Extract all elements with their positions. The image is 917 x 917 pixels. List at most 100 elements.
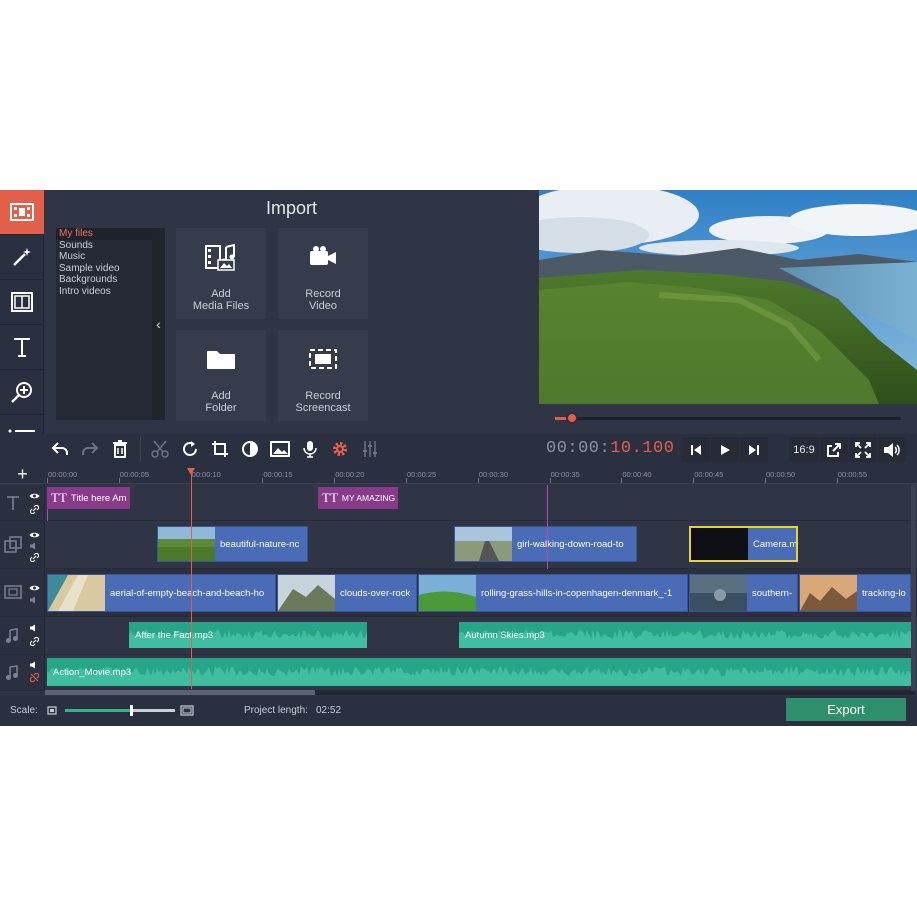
record-screencast-button[interactable]: Record Screencast	[278, 330, 368, 421]
zoom-in-timeline-icon[interactable]	[180, 705, 194, 716]
crop-button[interactable]	[206, 437, 234, 461]
audio-track-2: Action_Movie.mp3	[0, 655, 917, 691]
color-adjust-button[interactable]	[236, 437, 264, 461]
ruler-tick-label: 00:00:05	[119, 470, 149, 479]
titles-tab-button[interactable]	[0, 325, 44, 370]
voiceover-button[interactable]	[296, 437, 324, 461]
video-clip[interactable]: rolling-grass-hills-in-copenhagen-denmar…	[418, 574, 688, 612]
record-screencast-label: Record Screencast	[295, 390, 351, 414]
speaker-small-icon[interactable]	[30, 661, 39, 669]
video-clip-label: clouds-over-rock	[340, 587, 411, 599]
rotate-icon	[183, 441, 197, 456]
add-media-files-button[interactable]: Add Media Files	[176, 228, 266, 319]
link-icon[interactable]	[30, 637, 39, 646]
category-my-files[interactable]: My files	[56, 228, 152, 240]
category-sample-video[interactable]: Sample video	[56, 263, 152, 275]
category-sounds[interactable]: Sounds	[56, 240, 152, 252]
category-backgrounds[interactable]: Backgrounds	[56, 274, 152, 286]
eye-icon[interactable]	[29, 492, 40, 500]
video-editor-window: Import My files Sounds Music Sample vide…	[0, 190, 917, 726]
video-clip[interactable]: southern-	[689, 574, 798, 612]
video-clip[interactable]: clouds-over-rock	[277, 574, 417, 612]
clip-thumbnail	[691, 528, 748, 560]
audio-clip[interactable]: After the Fact.mp3	[129, 622, 367, 648]
video-clip[interactable]: aerial-of-empty-beach-and-beach-ho	[47, 574, 276, 612]
title-clip[interactable]: TT MY AMAZING	[318, 487, 398, 509]
ruler-tick-label: 00:00:15	[263, 470, 293, 479]
audio-clip[interactable]: Autumn Skies.mp3	[459, 622, 911, 648]
unlink-icon[interactable]	[30, 673, 39, 682]
preview-scrubber[interactable]	[539, 404, 917, 434]
undo-button[interactable]	[46, 437, 74, 461]
link-icon[interactable]	[30, 505, 39, 514]
volume-button[interactable]	[878, 437, 906, 462]
scrubber-handle[interactable]	[566, 412, 579, 424]
timeline-scrollbar-thumb[interactable]	[45, 690, 315, 695]
collapse-panel-button[interactable]: ‹	[152, 228, 165, 420]
clip-thumbnail	[48, 575, 105, 611]
aspect-ratio-button[interactable]: 16:9	[789, 437, 819, 462]
record-video-button[interactable]: Record Video	[278, 228, 368, 319]
rotate-button[interactable]	[176, 437, 204, 461]
title-clip-label: MY AMAZING	[341, 493, 396, 503]
transitions-tab-button[interactable]	[0, 280, 44, 325]
playhead-marker[interactable]	[187, 468, 195, 475]
detach-preview-button[interactable]	[820, 437, 848, 462]
magic-wand-icon	[13, 248, 31, 266]
category-intro-videos[interactable]: Intro videos	[56, 286, 152, 298]
aspect-ratio-label: 16:9	[793, 443, 815, 456]
play-button[interactable]	[711, 437, 739, 462]
overlay-clip[interactable]: girl-walking-down-road-to	[454, 526, 637, 562]
audio-clip[interactable]: Action_Movie.mp3	[47, 658, 911, 686]
settings-button[interactable]	[326, 437, 354, 461]
chevron-left-icon: ‹	[156, 316, 161, 332]
ruler-tick-label: 00:00:40	[622, 470, 652, 479]
add-media-files-label: Add Media Files	[192, 288, 250, 312]
scale-label: Scale:	[10, 705, 38, 716]
eye-icon[interactable]	[29, 531, 40, 539]
edit-toolbar	[0, 434, 917, 464]
overlay-clip[interactable]: beautiful-nature-nc	[157, 526, 308, 562]
playhead-line[interactable]	[191, 468, 192, 689]
title-clip[interactable]: TT Title here Am	[47, 487, 130, 509]
timeline-vertical-scrollbar[interactable]	[911, 485, 916, 691]
link-icon[interactable]	[30, 553, 39, 562]
skip-back-icon	[691, 444, 701, 455]
zoom-out-timeline-icon[interactable]	[47, 706, 57, 715]
add-folder-button[interactable]: Add Folder	[176, 330, 266, 421]
film-track-icon	[4, 585, 22, 599]
previous-frame-button[interactable]	[682, 437, 710, 462]
ruler-tick-label: 00:00:50	[766, 470, 796, 479]
timeline-ruler[interactable]: + 00:00:00 00:00:05 00:00:10 00:00:15 00:00:…	[0, 464, 917, 484]
ruler-tick-label: 00:00:00	[48, 470, 78, 479]
scale-slider-handle[interactable]	[130, 705, 133, 716]
title-track-t-icon	[7, 496, 19, 510]
next-frame-button[interactable]	[740, 437, 768, 462]
music-note-icon	[6, 665, 18, 680]
add-track-button[interactable]: +	[0, 464, 45, 484]
speaker-small-icon[interactable]	[30, 542, 39, 550]
export-button[interactable]: Export	[786, 698, 906, 721]
speaker-small-icon[interactable]	[30, 624, 39, 632]
image-button[interactable]	[266, 437, 294, 461]
delete-button[interactable]	[106, 437, 134, 461]
overlay-track-header	[0, 521, 45, 568]
video-clip[interactable]: tracking-lo	[799, 574, 911, 612]
audio-mixer-button[interactable]	[356, 437, 384, 461]
category-music[interactable]: Music	[56, 251, 152, 263]
filters-tab-button[interactable]	[0, 235, 44, 280]
zoom-tab-button[interactable]	[0, 370, 44, 415]
timeline-scrollbar[interactable]	[45, 690, 915, 695]
fullscreen-button[interactable]	[849, 437, 877, 462]
main-video-track: aerial-of-empty-beach-and-beach-ho cloud…	[0, 569, 917, 617]
speaker-small-icon[interactable]	[30, 596, 39, 604]
title-track-header	[0, 485, 45, 520]
eye-icon[interactable]	[29, 584, 40, 592]
ruler-tick-mark	[836, 478, 838, 483]
import-tab-button[interactable]	[0, 190, 44, 235]
overlay-clip-selected[interactable]: Camera.m	[689, 526, 798, 562]
cut-button[interactable]	[146, 437, 174, 461]
title-clip-label: Title here Am	[70, 492, 127, 504]
text-t-icon	[14, 338, 30, 357]
redo-button[interactable]	[76, 437, 104, 461]
